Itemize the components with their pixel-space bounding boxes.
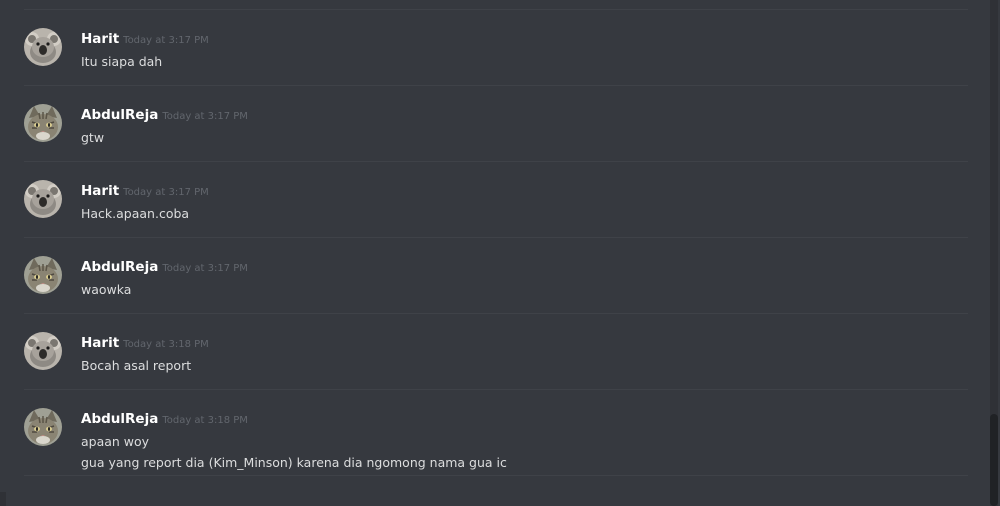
message-text: Bocah asal report <box>81 358 192 373</box>
timestamp: Today at 3:18 PM <box>162 415 248 426</box>
username[interactable]: Harit <box>81 335 119 351</box>
message-content: Hack.apaan.coba <box>81 203 189 224</box>
message-header: AbdulReja Today at 3:18 PM <box>81 409 248 430</box>
username[interactable]: Harit <box>81 31 119 47</box>
message-text: waowka <box>81 282 132 297</box>
username[interactable]: Harit <box>81 183 119 199</box>
message-text: gua yang report dia (Kim_Minson) karena … <box>81 455 507 470</box>
username[interactable]: AbdulReja <box>81 107 158 123</box>
cat-avatar[interactable] <box>24 256 62 294</box>
cat-avatar[interactable] <box>24 104 62 142</box>
message-text: Itu siapa dah <box>81 54 163 69</box>
timestamp: Today at 3:17 PM <box>162 263 248 274</box>
username[interactable]: AbdulReja <box>81 259 158 275</box>
message-group[interactable]: Harit Today at 3:18 PM Bocah asal report <box>24 314 968 390</box>
timestamp: Today at 3:17 PM <box>123 187 209 198</box>
koala-avatar[interactable] <box>24 28 62 66</box>
cat-avatar[interactable] <box>24 408 62 446</box>
message-header: Harit Today at 3:18 PM <box>81 333 209 354</box>
chat-messages-pane: Harit Today at 3:17 PM Itu siapa dah Abd… <box>0 0 1000 506</box>
koala-avatar[interactable] <box>24 332 62 370</box>
message-content: Itu siapa dah <box>81 51 162 72</box>
message-header: AbdulReja Today at 3:17 PM <box>81 105 248 126</box>
message-list: Harit Today at 3:17 PM Itu siapa dah Abd… <box>0 10 990 476</box>
message-text: Hack.apaan.coba <box>81 206 190 221</box>
koala-avatar[interactable] <box>24 180 62 218</box>
message-header: Harit Today at 3:17 PM <box>81 181 209 202</box>
message-group[interactable]: AbdulReja Today at 3:18 PM apaan woy gua … <box>24 390 968 476</box>
message-group[interactable]: Harit Today at 3:17 PM Hack.apaan.coba <box>24 162 968 238</box>
message-content: apaan woy gua yang report dia (Kim_Minso… <box>81 431 507 473</box>
message-text: gtw <box>81 130 105 145</box>
message-text: apaan woy <box>81 434 150 449</box>
scrollbar-track[interactable] <box>990 0 998 506</box>
scrollbar-thumb[interactable] <box>990 414 998 506</box>
timestamp: Today at 3:18 PM <box>123 339 209 350</box>
username[interactable]: AbdulReja <box>81 411 158 427</box>
message-header: Harit Today at 3:17 PM <box>81 29 209 50</box>
message-header: AbdulReja Today at 3:17 PM <box>81 257 248 278</box>
message-content: waowka <box>81 279 131 300</box>
message-content: Bocah asal report <box>81 355 191 376</box>
message-content: gtw <box>81 127 104 148</box>
message-group[interactable]: AbdulReja Today at 3:17 PM gtw <box>24 86 968 162</box>
message-group[interactable]: Harit Today at 3:17 PM Itu siapa dah <box>24 10 968 86</box>
message-group[interactable]: AbdulReja Today at 3:17 PM waowka <box>24 238 968 314</box>
timestamp: Today at 3:17 PM <box>123 35 209 46</box>
panel-edge <box>0 492 6 506</box>
timestamp: Today at 3:17 PM <box>162 111 248 122</box>
